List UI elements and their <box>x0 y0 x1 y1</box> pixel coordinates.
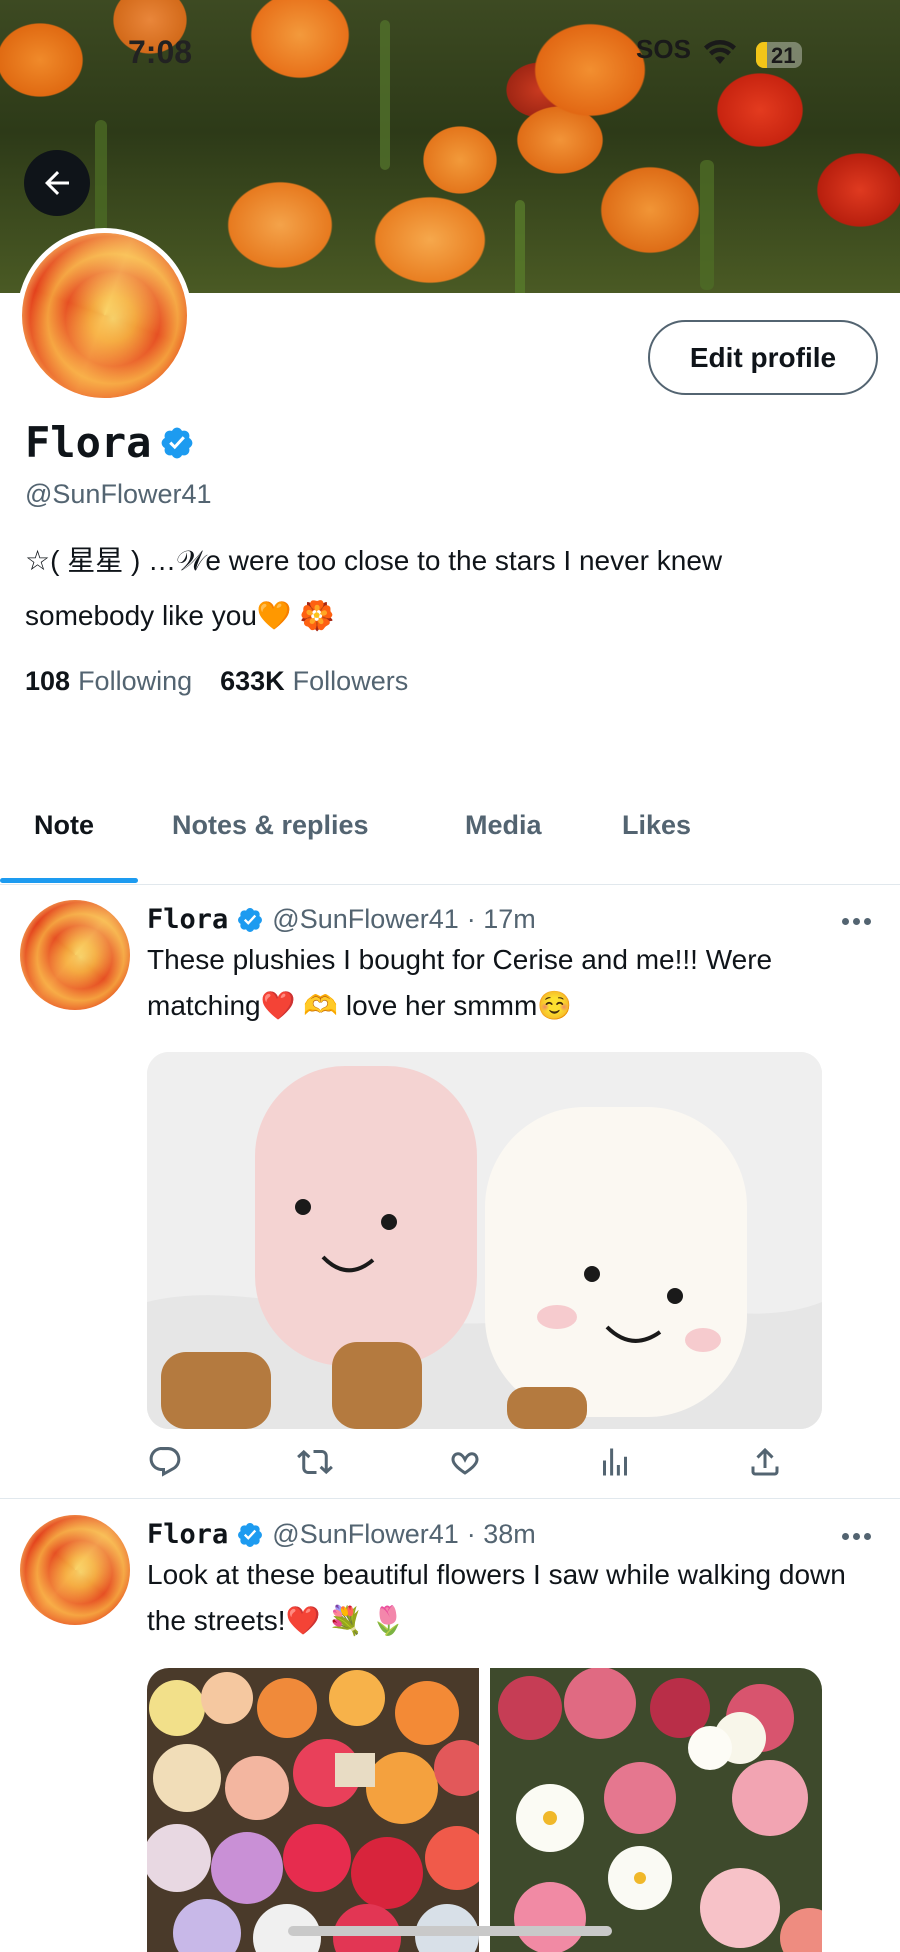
more-dots-icon[interactable] <box>842 1533 872 1541</box>
views-icon[interactable] <box>597 1444 633 1480</box>
post-handle: @SunFlower41 <box>272 904 459 934</box>
flowers-image-left <box>147 1668 479 1952</box>
back-button[interactable] <box>24 150 90 216</box>
share-icon[interactable] <box>747 1444 783 1480</box>
verified-badge-icon <box>238 907 263 932</box>
profile-name: Flora <box>25 418 152 467</box>
profile-avatar[interactable] <box>17 228 192 403</box>
tab-note[interactable]: Note <box>34 810 94 841</box>
tabs-divider <box>0 884 900 885</box>
active-tab-indicator <box>0 878 138 883</box>
reply-icon[interactable] <box>147 1444 183 1480</box>
edit-profile-button[interactable]: Edit profile <box>648 320 878 395</box>
post-avatar[interactable] <box>20 1515 130 1625</box>
status-sos: SOS <box>636 34 691 64</box>
wifi-icon <box>704 40 736 64</box>
post-time: · 38m <box>466 1519 536 1549</box>
profile-stats: 108 Following 633K Followers <box>25 666 408 697</box>
status-time: 7:08 <box>128 34 193 70</box>
followers-link[interactable]: 633K Followers <box>220 666 408 697</box>
post-handle: @SunFlower41 <box>272 1519 459 1549</box>
battery-icon: 21 <box>756 42 802 68</box>
post-media-flowers[interactable] <box>147 1668 822 1952</box>
arrow-left-icon <box>45 171 69 195</box>
profile-handle: @SunFlower41 <box>25 479 212 509</box>
retweet-icon[interactable] <box>297 1444 333 1480</box>
post-avatar[interactable] <box>20 900 130 1010</box>
post-divider <box>0 1498 900 1499</box>
flowers-image-right <box>490 1668 822 1952</box>
followers-count: 633K <box>220 666 285 696</box>
home-indicator[interactable] <box>288 1926 612 1936</box>
post-header: Flora @SunFlower41 · 17m <box>147 904 536 935</box>
heart-icon[interactable] <box>447 1444 483 1480</box>
plushies-image <box>147 1052 822 1429</box>
verified-badge-icon <box>162 427 193 458</box>
following-count: 108 <box>25 666 71 696</box>
following-link[interactable]: 108 Following <box>25 666 192 697</box>
followers-label: Followers <box>292 666 409 696</box>
tab-media[interactable]: Media <box>465 810 542 841</box>
post-author-name[interactable]: Flora <box>147 1519 228 1550</box>
post-actions <box>147 1444 787 1484</box>
profile-tabs: Note Notes & replies Media Likes <box>0 810 900 884</box>
tab-likes[interactable]: Likes <box>622 810 691 841</box>
post-text: Look at these beautiful flowers I saw wh… <box>147 1559 846 1636</box>
post-media-plushies[interactable] <box>147 1052 822 1429</box>
post-time: · 17m <box>466 904 536 934</box>
profile-bio: ☆( 星星 ) …𝒲e were too close to the stars … <box>25 545 723 631</box>
more-dots-icon[interactable] <box>842 918 872 926</box>
battery-level: 21 <box>771 43 796 68</box>
tab-notes-replies[interactable]: Notes & replies <box>172 810 369 841</box>
post-author-name[interactable]: Flora <box>147 904 228 935</box>
profile-name-row: Flora <box>25 418 195 467</box>
post-text: These plushies I bought for Cerise and m… <box>147 944 773 1021</box>
following-label: Following <box>78 666 193 696</box>
post-header: Flora @SunFlower41 · 38m <box>147 1519 536 1550</box>
verified-badge-icon <box>238 1522 263 1547</box>
